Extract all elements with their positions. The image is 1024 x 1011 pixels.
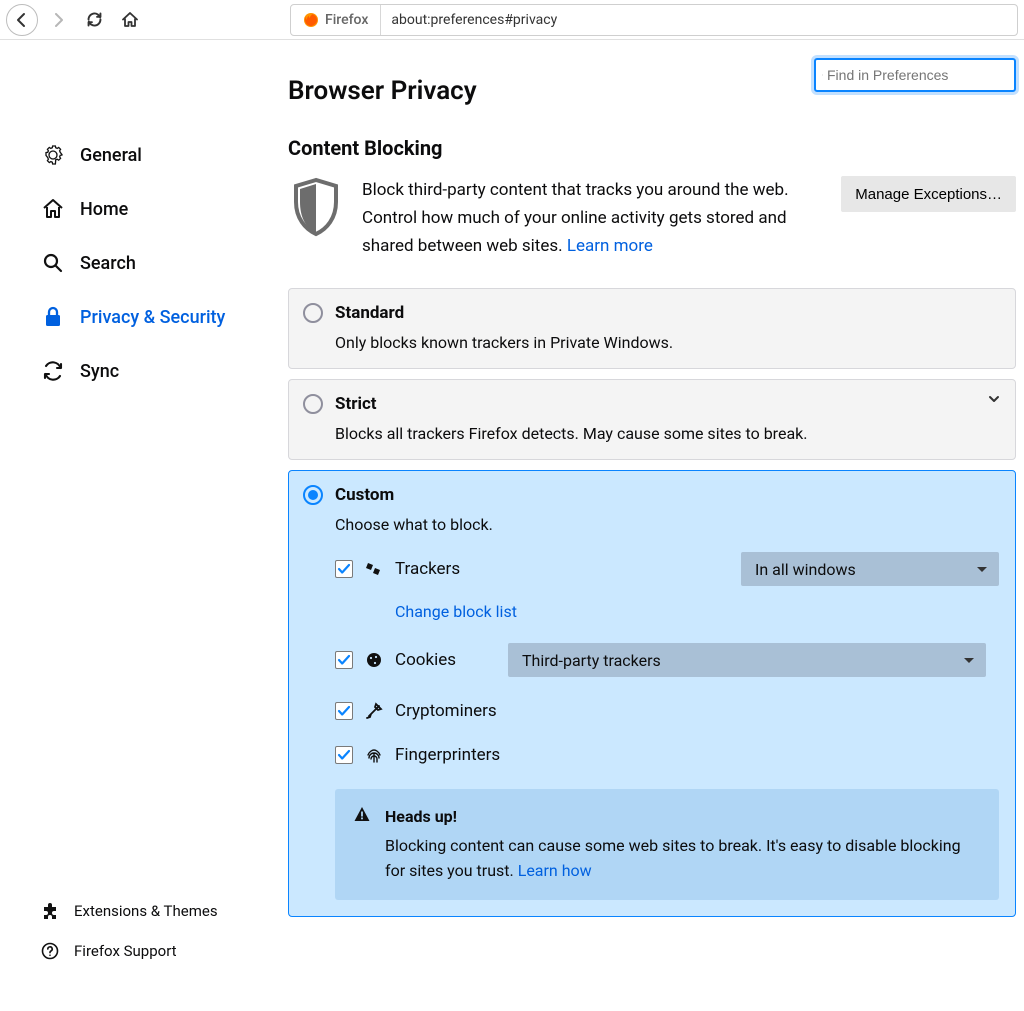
url-bar[interactable]: Firefox about:preferences#privacy xyxy=(290,4,1018,36)
option-desc: Blocks all trackers Firefox detects. May… xyxy=(335,424,999,443)
trackers-icon xyxy=(365,560,383,578)
sidebar-item-home[interactable]: Home xyxy=(0,182,288,236)
search-icon xyxy=(822,68,823,82)
cookies-label: Cookies xyxy=(395,650,456,670)
home-button[interactable] xyxy=(114,4,146,36)
cryptominers-icon xyxy=(365,702,383,720)
option-title: Standard xyxy=(335,303,404,323)
url-text: about:preferences#privacy xyxy=(381,12,567,28)
arrow-right-icon xyxy=(50,12,66,28)
checkbox-cookies[interactable] xyxy=(335,651,353,669)
home-icon xyxy=(40,196,66,222)
sidebar-item-sync[interactable]: Sync xyxy=(0,344,288,398)
option-title: Custom xyxy=(335,485,394,505)
puzzle-icon xyxy=(40,901,60,921)
trackers-scope-select[interactable]: In all windows xyxy=(741,552,999,586)
radio-strict[interactable] xyxy=(303,394,323,414)
cookies-select[interactable]: Third-party trackers xyxy=(508,643,986,677)
radio-standard[interactable] xyxy=(303,303,323,323)
reload-button[interactable] xyxy=(78,4,110,36)
checkbox-fingerprinters[interactable] xyxy=(335,746,353,764)
browser-toolbar: Firefox about:preferences#privacy xyxy=(0,0,1024,40)
cryptominers-label: Cryptominers xyxy=(395,701,497,721)
learn-more-link[interactable]: Learn more xyxy=(567,236,653,256)
preferences-search[interactable] xyxy=(814,58,1016,92)
option-title: Strict xyxy=(335,394,377,414)
checkbox-cryptominers[interactable] xyxy=(335,702,353,720)
gear-icon xyxy=(40,142,66,168)
home-icon xyxy=(121,11,139,29)
learn-how-link[interactable]: Learn how xyxy=(518,861,592,880)
site-identity[interactable]: Firefox xyxy=(291,5,381,35)
heads-up-notice: Heads up! Blocking content can cause som… xyxy=(335,789,999,899)
forward-button xyxy=(42,4,74,36)
sidebar-item-label: Search xyxy=(80,253,136,274)
preferences-content: Browser Privacy Content Blocking Block t… xyxy=(288,40,1024,1011)
sidebar-item-general[interactable]: General xyxy=(0,128,288,182)
fingerprinters-label: Fingerprinters xyxy=(395,745,500,765)
option-strict[interactable]: Strict Blocks all trackers Firefox detec… xyxy=(288,379,1016,460)
sidebar-item-label: Home xyxy=(80,199,128,220)
option-standard[interactable]: Standard Only blocks known trackers in P… xyxy=(288,288,1016,369)
search-input[interactable] xyxy=(827,67,1008,83)
option-custom[interactable]: Custom Choose what to block. Trackers In… xyxy=(288,470,1016,916)
reload-icon xyxy=(86,11,103,28)
section-heading-content-blocking: Content Blocking xyxy=(288,136,1016,160)
firefox-icon xyxy=(303,12,319,28)
help-icon xyxy=(40,941,60,961)
sidebar-footer-extensions[interactable]: Extensions & Themes xyxy=(0,891,288,931)
content-blocking-description-wrap: Block third-party content that tracks yo… xyxy=(362,176,823,260)
manage-exceptions-button[interactable]: Manage Exceptions… xyxy=(841,176,1016,212)
trackers-label: Trackers xyxy=(395,559,460,579)
option-desc: Only blocks known trackers in Private Wi… xyxy=(335,333,999,352)
sidebar-footer-label: Firefox Support xyxy=(74,942,177,960)
sidebar-item-label: General xyxy=(80,145,142,166)
cookies-icon xyxy=(365,651,383,669)
warning-icon xyxy=(353,805,371,883)
sidebar-item-label: Sync xyxy=(80,361,119,382)
preferences-sidebar: General Home Search Privacy & Security S… xyxy=(0,40,288,1011)
identity-label: Firefox xyxy=(325,12,368,28)
change-block-list-link[interactable]: Change block list xyxy=(395,602,517,621)
fingerprinters-icon xyxy=(365,746,383,764)
checkbox-trackers[interactable] xyxy=(335,560,353,578)
radio-custom[interactable] xyxy=(303,485,323,505)
shield-icon xyxy=(288,176,344,260)
heads-up-title: Heads up! xyxy=(385,805,457,830)
option-desc: Choose what to block. xyxy=(335,515,999,534)
sidebar-footer-label: Extensions & Themes xyxy=(74,902,218,920)
search-icon xyxy=(40,250,66,276)
lock-icon xyxy=(40,304,66,330)
chevron-down-icon[interactable] xyxy=(987,392,1001,406)
heads-up-body-text: Blocking content can cause some web site… xyxy=(385,836,961,880)
arrow-left-icon xyxy=(14,12,30,28)
sync-icon xyxy=(40,358,66,384)
sidebar-item-label: Privacy & Security xyxy=(80,307,225,328)
sidebar-item-privacy[interactable]: Privacy & Security xyxy=(0,290,288,344)
sidebar-item-search[interactable]: Search xyxy=(0,236,288,290)
sidebar-footer-support[interactable]: Firefox Support xyxy=(0,931,288,971)
back-button[interactable] xyxy=(6,4,38,36)
